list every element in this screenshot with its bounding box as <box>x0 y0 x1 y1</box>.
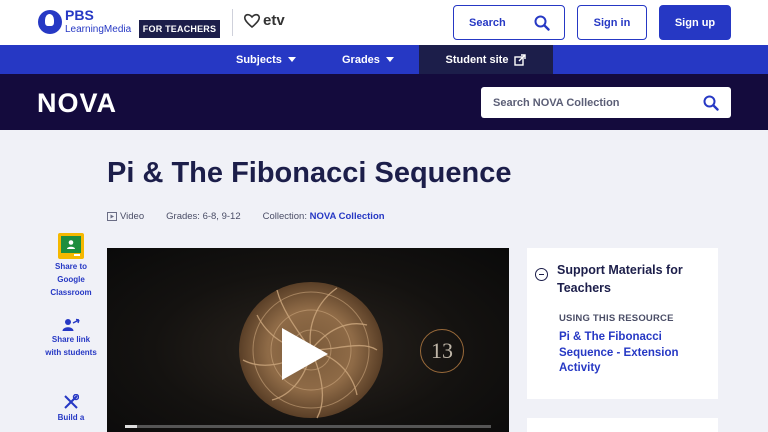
collection-search-input[interactable] <box>493 96 683 109</box>
video-player[interactable]: 13 <box>107 248 509 432</box>
build-label: Build a <box>57 413 85 422</box>
heart-icon <box>243 13 261 28</box>
page-title: Pi & The Fibonacci Sequence <box>107 157 512 189</box>
section-heading: USING THIS RESOURCE <box>559 313 674 324</box>
header-divider <box>232 9 233 36</box>
nav-student-site[interactable]: Student site <box>419 45 553 74</box>
nav-subjects-label: Subjects <box>236 53 282 66</box>
sign-in-button[interactable]: Sign in <box>577 5 647 40</box>
chevron-down-icon <box>287 57 296 62</box>
nova-logo[interactable]: NOVA <box>37 88 117 119</box>
tools-icon <box>64 394 79 409</box>
chevron-down-icon <box>385 57 394 62</box>
share-link-students[interactable]: Share link with students <box>44 318 98 360</box>
grades-text: Grades: 6-8, 9-12 <box>166 211 241 222</box>
play-button[interactable] <box>282 328 328 380</box>
media-type: Video <box>107 211 144 222</box>
collection-link[interactable]: NOVA Collection <box>310 211 385 222</box>
collection-text: Collection: NOVA Collection <box>263 211 385 222</box>
resource-meta: Video Grades: 6-8, 9-12 Collection: NOVA… <box>107 211 385 222</box>
etv-logo[interactable]: etv <box>243 12 285 29</box>
collection-search <box>481 87 731 118</box>
video-icon <box>107 212 117 221</box>
brand-sub: LearningMedia <box>65 24 132 35</box>
share-google-classroom[interactable]: Share to Google Classroom <box>44 233 98 299</box>
extension-activity-link[interactable]: Pi & The Fibonacci Sequence - Extension … <box>559 330 719 377</box>
brand-name: PBS <box>65 7 94 23</box>
google-classroom-icon <box>58 233 84 259</box>
nav-grades-label: Grades <box>342 53 380 66</box>
nav-student-site-label: Student site <box>445 53 509 66</box>
collapse-icon <box>535 268 548 281</box>
search-icon[interactable] <box>703 95 719 111</box>
secondary-card <box>527 418 718 432</box>
share-students-icon <box>62 318 80 331</box>
search-button-label: Search <box>469 16 506 29</box>
search-button[interactable]: Search <box>453 5 565 40</box>
nav-grades[interactable]: Grades <box>342 45 394 74</box>
share-link-label: Share link with students <box>45 335 97 357</box>
pbs-head-icon <box>38 9 62 34</box>
collection-header: NOVA <box>0 74 768 130</box>
for-teachers-badge: FOR TEACHERS <box>139 20 220 38</box>
nav-subjects[interactable]: Subjects <box>236 45 296 74</box>
fibonacci-number-overlay: 13 <box>420 329 464 373</box>
pbs-learningmedia-logo[interactable]: PBS LearningMedia <box>38 8 131 35</box>
search-icon <box>534 15 550 31</box>
main-nav: Subjects Grades Student site <box>0 45 768 74</box>
video-progress-bar[interactable] <box>125 425 491 428</box>
share-google-classroom-label: Share to Google Classroom <box>50 262 92 297</box>
sign-up-button[interactable]: Sign up <box>659 5 731 40</box>
partner-name: etv <box>263 12 285 29</box>
collection-prefix: Collection: <box>262 211 307 222</box>
build-lesson[interactable]: Build a <box>44 394 98 425</box>
video-progress-fill <box>125 425 137 428</box>
support-materials-toggle[interactable]: Support Materials for Teachers <box>535 262 717 297</box>
top-header: PBS LearningMedia FOR TEACHERS etv Searc… <box>0 0 768 45</box>
external-link-icon <box>514 53 527 66</box>
media-type-label: Video <box>120 211 145 222</box>
support-materials-title: Support Materials for Teachers <box>557 263 683 295</box>
